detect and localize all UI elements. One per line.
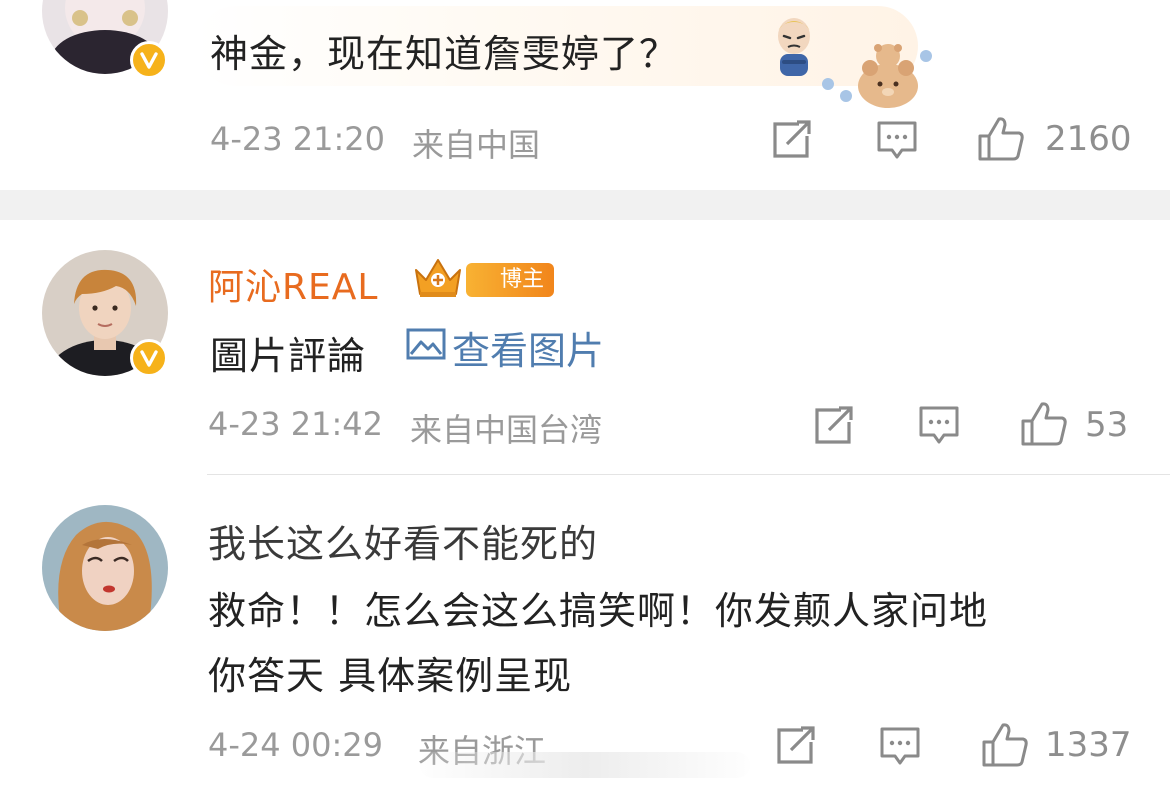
comment-time: 4-23 21:20 xyxy=(210,120,386,158)
comment-text-line2: 救命！！怎么会这么搞笑啊！你发颠人家问地 xyxy=(208,589,989,633)
comment-icon[interactable] xyxy=(879,726,921,772)
comment-time: 4-23 21:42 xyxy=(208,405,384,443)
like-count: 53 xyxy=(1085,405,1129,445)
comment-location: 来自中国台湾 xyxy=(410,411,603,449)
share-icon[interactable] xyxy=(771,120,813,164)
comment-time: 4-24 00:29 xyxy=(208,726,384,764)
verified-v-icon xyxy=(130,41,168,79)
view-image-label: 查看图片 xyxy=(452,329,605,373)
like-count: 1337 xyxy=(1045,725,1132,765)
comment-icon[interactable] xyxy=(918,405,960,451)
thumbs-up-icon[interactable] xyxy=(977,116,1025,166)
watermark xyxy=(420,752,750,778)
crown-icon xyxy=(410,256,466,304)
avatar[interactable] xyxy=(42,505,168,631)
blogger-badge: 博主 xyxy=(466,263,555,297)
verified-v-icon xyxy=(130,339,168,377)
comment-icon[interactable] xyxy=(876,120,918,166)
view-image-link[interactable]: 查看图片 xyxy=(406,320,604,375)
username[interactable]: 阿沁REAL xyxy=(208,258,378,310)
comment-text: 圖片評論 xyxy=(210,334,367,378)
share-icon[interactable] xyxy=(813,406,855,450)
comment-location: 来自中国 xyxy=(412,126,541,164)
emoji-sticker xyxy=(770,14,818,82)
like-count: 2160 xyxy=(1045,119,1132,159)
comment-text-line1: 我长这么好看不能死的 xyxy=(208,522,599,566)
thumbs-up-icon[interactable] xyxy=(1020,401,1068,451)
emoji-sticker xyxy=(816,38,940,114)
image-icon xyxy=(406,326,446,370)
share-icon[interactable] xyxy=(775,726,817,770)
comment-divider xyxy=(207,474,1170,475)
comment-text-line3: 你答天 具体案例呈现 xyxy=(208,654,573,698)
section-separator xyxy=(0,190,1170,220)
thumbs-up-icon[interactable] xyxy=(981,722,1029,772)
comment-text: 神金，现在知道詹雯婷了？ xyxy=(210,32,679,76)
